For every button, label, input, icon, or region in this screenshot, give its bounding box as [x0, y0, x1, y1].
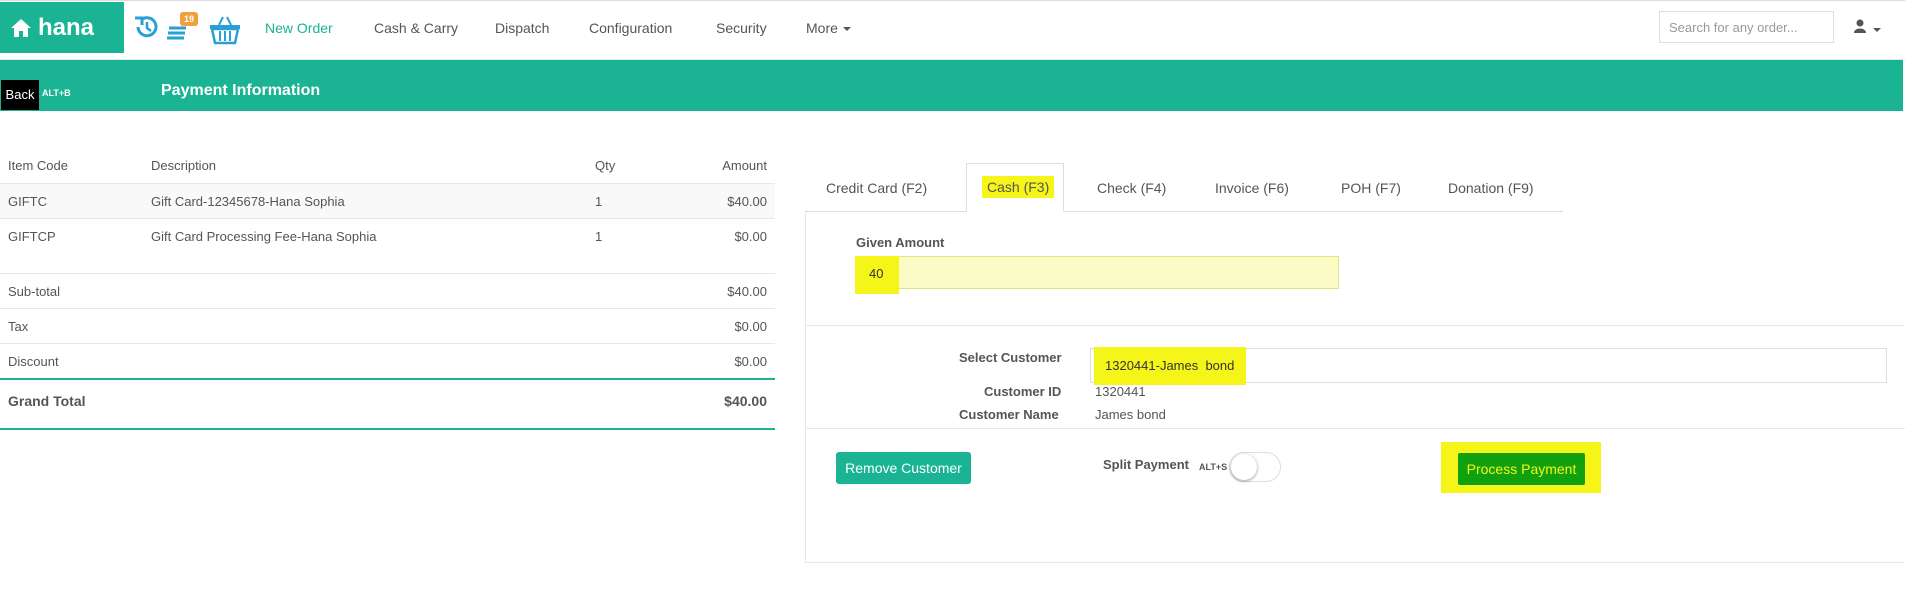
section-divider	[805, 325, 1905, 326]
grand-total-row: Grand Total $40.00	[0, 378, 775, 430]
item-amount: $40.00	[727, 194, 767, 209]
user-menu[interactable]	[1854, 19, 1881, 36]
item-code: GIFTCP	[8, 229, 56, 244]
split-payment-label: Split Payment	[1103, 457, 1189, 472]
col-amount: Amount	[722, 158, 767, 173]
tax-value: $0.00	[734, 319, 767, 334]
back-button[interactable]: Back	[1, 80, 39, 110]
tabs-divider	[805, 211, 1563, 212]
tab-donation[interactable]: Donation (F9)	[1448, 180, 1534, 196]
back-shortcut: ALT+B	[42, 88, 71, 98]
table-row: GIFTC Gift Card-12345678-Hana Sophia 1 $…	[0, 183, 775, 219]
select-customer-value[interactable]: 1320441-James bond	[1094, 347, 1246, 385]
nav-configuration[interactable]: Configuration	[589, 1, 672, 55]
tab-cash[interactable]: Cash (F3)	[982, 176, 1055, 198]
item-qty: 1	[595, 229, 603, 244]
customer-id-label: Customer ID	[984, 384, 1062, 399]
subtotal-value: $40.00	[727, 284, 767, 299]
item-description: Gift Card Processing Fee-Hana Sophia	[151, 229, 377, 244]
page-title: Payment Information	[161, 82, 321, 99]
select-customer-label: Select Customer	[959, 350, 1062, 365]
customer-name-value: James bond	[1095, 407, 1166, 422]
discount-label: Discount	[8, 354, 59, 369]
tab-check[interactable]: Check (F4)	[1097, 180, 1166, 196]
tax-row: Tax $0.00	[0, 308, 775, 344]
history-icon[interactable]	[132, 13, 160, 41]
subtotal-label: Sub-total	[8, 284, 61, 299]
subtotal-row: Sub-total $40.00	[0, 273, 775, 309]
toggle-knob	[1231, 454, 1257, 480]
brand-logo[interactable]: hana	[0, 2, 124, 53]
tab-invoice[interactable]: Invoice (F6)	[1215, 180, 1289, 196]
given-amount-label: Given Amount	[856, 235, 945, 250]
search-input[interactable]	[1659, 11, 1834, 43]
top-navbar: hana 19 New Order Cash & Carry Dispatch …	[0, 0, 1905, 60]
nav-security[interactable]: Security	[716, 1, 767, 55]
nav-more[interactable]: More	[806, 1, 851, 55]
col-item-code: Item Code	[8, 158, 68, 173]
item-amount: $0.00	[734, 229, 767, 244]
tab-poh[interactable]: POH (F7)	[1341, 180, 1401, 196]
brand-name: hana	[38, 13, 95, 41]
user-icon	[1854, 19, 1866, 33]
caret-down-icon	[1873, 28, 1881, 32]
section-divider	[805, 428, 1905, 429]
given-amount-value[interactable]: 40	[855, 256, 899, 294]
grand-total-value: $40.00	[724, 393, 767, 409]
col-qty: Qty	[595, 158, 616, 173]
tax-label: Tax	[8, 319, 29, 334]
customer-id-value: 1320441	[1095, 384, 1146, 399]
item-code: GIFTC	[8, 194, 47, 209]
discount-value: $0.00	[734, 354, 767, 369]
process-payment-button[interactable]: Process Payment	[1458, 453, 1585, 485]
home-icon	[11, 18, 31, 37]
item-description: Gift Card-12345678-Hana Sophia	[151, 194, 345, 209]
split-payment-shortcut: ALT+S	[1199, 462, 1228, 472]
col-description: Description	[151, 158, 217, 173]
caret-down-icon	[842, 27, 851, 32]
grand-total-label: Grand Total	[8, 393, 86, 409]
order-count-badge: 19	[180, 12, 199, 26]
customer-name-label: Customer Name	[959, 407, 1059, 422]
nav-dispatch[interactable]: Dispatch	[495, 1, 549, 55]
remove-customer-button[interactable]: Remove Customer	[836, 452, 971, 484]
given-amount-input[interactable]	[855, 256, 1339, 289]
nav-more-label: More	[806, 20, 838, 36]
nav-new-order[interactable]: New Order	[265, 1, 333, 55]
nav-cash-and-carry[interactable]: Cash & Carry	[374, 1, 458, 55]
table-row: GIFTCP Gift Card Processing Fee-Hana Sop…	[0, 218, 775, 274]
item-qty: 1	[595, 194, 603, 209]
tab-credit-card[interactable]: Credit Card (F2)	[826, 180, 927, 196]
basket-icon[interactable]	[209, 15, 241, 45]
split-payment-toggle[interactable]	[1229, 452, 1281, 482]
discount-row: Discount $0.00	[0, 343, 775, 379]
